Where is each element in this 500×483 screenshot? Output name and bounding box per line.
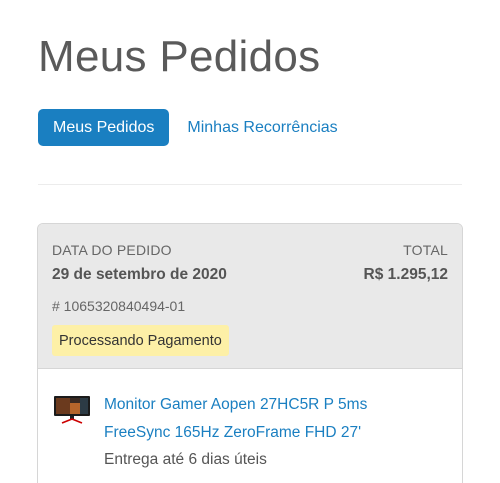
order-total-label: TOTAL bbox=[403, 242, 448, 258]
page-title: Meus Pedidos bbox=[38, 32, 321, 81]
divider bbox=[38, 184, 462, 185]
tab-meus-pedidos[interactable]: Meus Pedidos bbox=[38, 109, 170, 146]
order-number: # 1065320840494-01 bbox=[52, 298, 186, 314]
order-tabs: Meus Pedidos Minhas Recorrências bbox=[38, 109, 338, 146]
order-date-value: 29 de setembro de 2020 bbox=[52, 266, 227, 283]
product-link[interactable]: Monitor Gamer Aopen 27HC5R P 5ms FreeSyn… bbox=[104, 391, 424, 447]
tab-minhas-recorrencias[interactable]: Minhas Recorrências bbox=[187, 109, 337, 146]
status-badge: Processando Pagamento bbox=[52, 325, 229, 356]
order-date-label: DATA DO PEDIDO bbox=[52, 242, 172, 258]
order-card: DATA DO PEDIDO TOTAL 29 de setembro de 2… bbox=[37, 223, 463, 483]
order-item: Monitor Gamer Aopen 27HC5R P 5ms FreeSyn… bbox=[38, 369, 462, 483]
delivery-estimate: Entrega até 6 dias úteis bbox=[104, 451, 267, 468]
order-header: DATA DO PEDIDO TOTAL 29 de setembro de 2… bbox=[38, 224, 462, 369]
monitor-icon[interactable] bbox=[52, 395, 92, 425]
order-total-value: R$ 1.295,12 bbox=[363, 266, 448, 283]
